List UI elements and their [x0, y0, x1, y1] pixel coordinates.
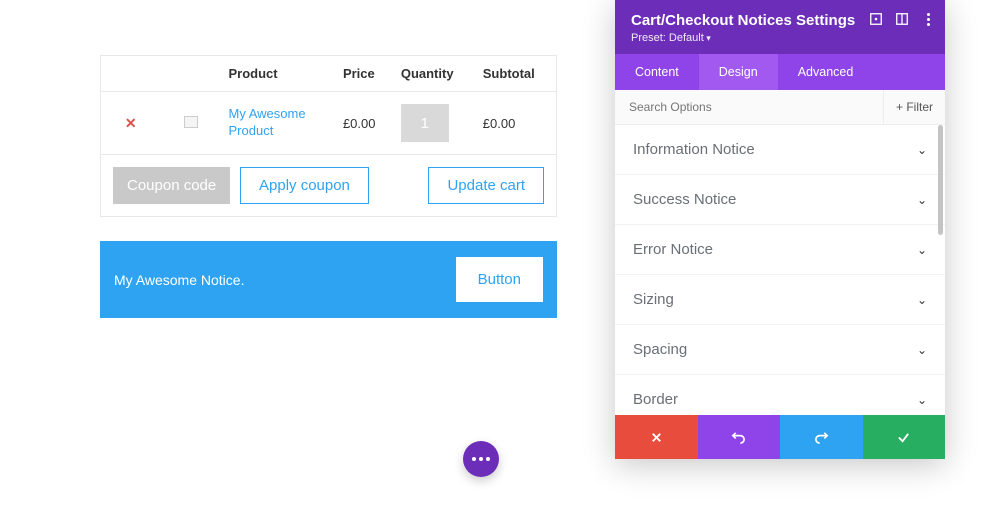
search-input[interactable]: [615, 90, 883, 124]
option-information-notice[interactable]: Information Notice⌄: [615, 125, 945, 175]
preset-dropdown[interactable]: Preset: Default: [631, 32, 929, 44]
tab-content[interactable]: Content: [615, 54, 699, 90]
confirm-button[interactable]: [863, 415, 946, 459]
remove-item-button[interactable]: ✕: [125, 115, 137, 131]
cart-table: Product Price Quantity Subtotal ✕ My Awe…: [100, 55, 557, 217]
panel-tabs: Content Design Advanced: [615, 54, 945, 90]
panel-header: Cart/Checkout Notices Settings Preset: D…: [615, 0, 945, 54]
panel-footer: [615, 415, 945, 459]
cancel-button[interactable]: [615, 415, 698, 459]
scrollbar[interactable]: [938, 125, 943, 235]
product-link[interactable]: My Awesome Product: [229, 106, 309, 140]
notice-bar: My Awesome Notice. Button: [100, 241, 557, 318]
fab-button[interactable]: [463, 441, 499, 477]
option-sizing[interactable]: Sizing⌄: [615, 275, 945, 325]
cart-actions-row: Apply coupon Update cart: [101, 155, 557, 217]
col-subtotal: Subtotal: [475, 56, 557, 92]
notice-button[interactable]: Button: [456, 257, 543, 302]
chevron-down-icon: ⌄: [917, 243, 927, 257]
quantity-stepper[interactable]: 1: [401, 104, 449, 142]
notice-text: My Awesome Notice.: [114, 272, 244, 288]
more-menu-icon[interactable]: [921, 12, 935, 26]
col-price: Price: [335, 56, 393, 92]
option-border[interactable]: Border⌄: [615, 375, 945, 415]
option-success-notice[interactable]: Success Notice⌄: [615, 175, 945, 225]
chevron-down-icon: ⌄: [917, 143, 927, 157]
coupon-input[interactable]: [113, 167, 230, 204]
chevron-down-icon: ⌄: [917, 193, 927, 207]
cell-subtotal: £0.00: [475, 92, 557, 155]
col-product: Product: [221, 56, 335, 92]
options-list: Information Notice⌄ Success Notice⌄ Erro…: [615, 125, 945, 415]
product-thumbnail[interactable]: [184, 116, 198, 128]
panel-layout-icon[interactable]: [895, 12, 909, 26]
cell-price: £0.00: [335, 92, 393, 155]
search-row: + Filter: [615, 90, 945, 125]
undo-button[interactable]: [698, 415, 781, 459]
cart-area: Product Price Quantity Subtotal ✕ My Awe…: [100, 55, 557, 318]
chevron-down-icon: ⌄: [917, 393, 927, 407]
table-row: ✕ My Awesome Product £0.00 1 £0.00: [101, 92, 557, 155]
update-cart-button[interactable]: Update cart: [428, 167, 544, 204]
settings-panel: Cart/Checkout Notices Settings Preset: D…: [615, 0, 945, 459]
tab-design[interactable]: Design: [699, 54, 778, 90]
chevron-down-icon: ⌄: [917, 293, 927, 307]
filter-button[interactable]: + Filter: [883, 90, 945, 124]
tab-advanced[interactable]: Advanced: [778, 54, 874, 90]
option-spacing[interactable]: Spacing⌄: [615, 325, 945, 375]
col-quantity: Quantity: [393, 56, 475, 92]
apply-coupon-button[interactable]: Apply coupon: [240, 167, 369, 204]
redo-button[interactable]: [780, 415, 863, 459]
option-error-notice[interactable]: Error Notice⌄: [615, 225, 945, 275]
expand-icon[interactable]: [869, 12, 883, 26]
chevron-down-icon: ⌄: [917, 343, 927, 357]
